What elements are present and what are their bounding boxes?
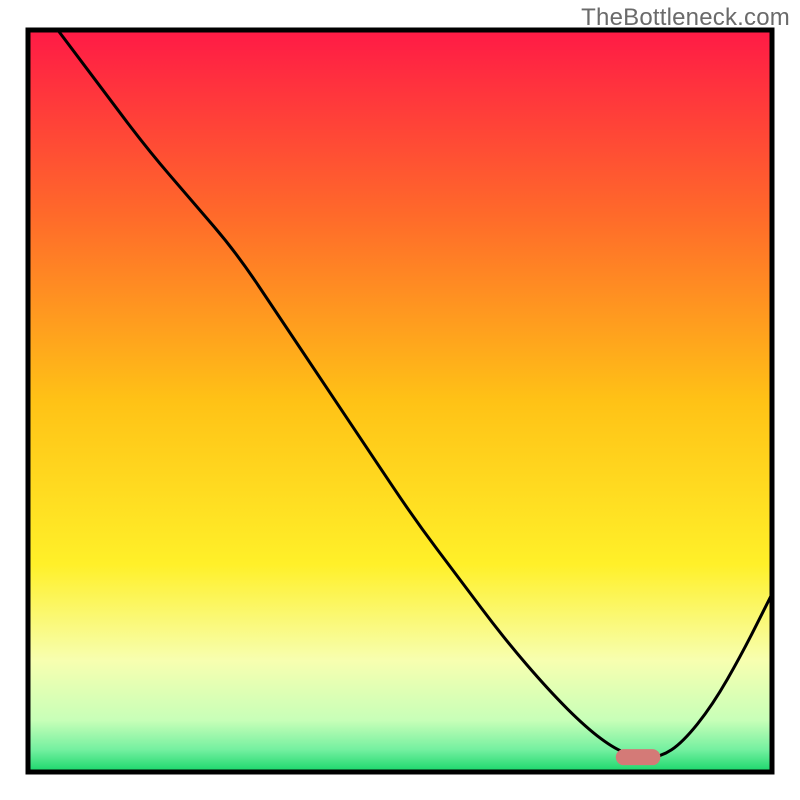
- bottleneck-chart: TheBottleneck.com: [0, 0, 800, 800]
- chart-canvas: [0, 0, 800, 800]
- optimal-range-marker: [616, 749, 661, 765]
- gradient-background: [28, 30, 772, 772]
- plot-area: [28, 30, 772, 772]
